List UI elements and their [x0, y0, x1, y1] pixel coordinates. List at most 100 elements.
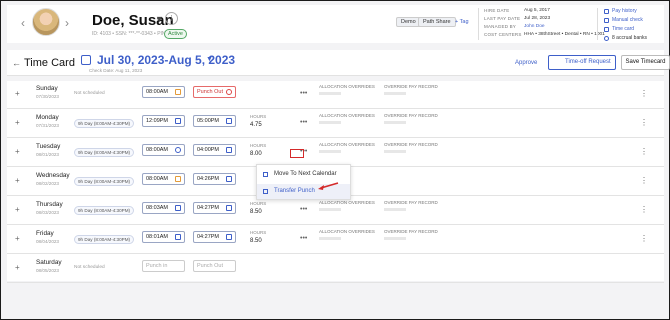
kebab-menu-icon[interactable]: ⋮: [640, 234, 648, 243]
allocation-value[interactable]: [319, 121, 341, 124]
punch-in-field[interactable]: 08:00AM: [142, 144, 185, 156]
punch-out-field[interactable]: Punch Out: [193, 86, 236, 98]
laptop-icon: [226, 205, 232, 211]
add-icon[interactable]: +: [15, 118, 20, 127]
punch-out-field[interactable]: 04:27PM: [193, 202, 236, 214]
punch-out-field[interactable]: 04:27PM: [193, 231, 236, 243]
card-icon: [175, 205, 181, 211]
back-arrow-icon[interactable]: ←: [12, 58, 21, 68]
prev-employee-icon[interactable]: ‹: [21, 16, 25, 30]
allocation-label: ALLOCATION OVERRIDES: [319, 200, 375, 205]
punch-in-field[interactable]: 08:03AM: [142, 202, 185, 214]
kebab-menu-icon[interactable]: ⋮: [640, 176, 648, 185]
punch-out-field[interactable]: 04:00PM: [193, 144, 236, 156]
add-tag-button[interactable]: + Tag: [455, 19, 469, 25]
scan-icon: [226, 234, 232, 240]
allocation-label: ALLOCATION OVERRIDES: [319, 229, 375, 234]
override-pay-value[interactable]: [384, 237, 406, 240]
punch-in-field[interactable]: 08:01AM: [142, 231, 185, 243]
more-icon[interactable]: •••: [300, 235, 307, 242]
time-off-request-button[interactable]: Time-off Request: [548, 55, 616, 70]
menu-item-label: Move To Next Calendar: [274, 171, 337, 177]
allocation-value[interactable]: [319, 92, 341, 95]
override-pay-value[interactable]: [384, 121, 406, 124]
punch-in-field[interactable]: 12:09PM: [142, 115, 185, 127]
phone-icon: [226, 118, 232, 124]
approve-button[interactable]: Approve: [515, 60, 537, 66]
pay-history-icon: [604, 9, 609, 14]
table-row: + Friday 08/04/2023 9h Day (8:00AM-4:30P…: [7, 226, 664, 254]
managed-by-link[interactable]: John Doe: [524, 24, 545, 29]
calendar-icon: [263, 172, 268, 177]
add-icon[interactable]: +: [15, 176, 20, 185]
tag-path-share[interactable]: Path Share: [418, 17, 456, 27]
more-icon[interactable]: •••: [300, 90, 307, 97]
chevron-down-icon[interactable]: ▼: [206, 56, 213, 63]
hire-date-value: Aug 5, 2017: [524, 8, 550, 13]
next-employee-icon[interactable]: ›: [65, 16, 69, 30]
menu-item-move-next-calendar[interactable]: Move To Next Calendar: [257, 167, 350, 182]
punch-in-field[interactable]: 08:00AM: [142, 173, 185, 185]
tag-demo[interactable]: Demo: [396, 17, 421, 27]
add-icon[interactable]: +: [15, 205, 20, 214]
add-icon[interactable]: +: [15, 89, 20, 98]
schedule-badge: 9h Day (8:00AM-4:30PM): [74, 206, 135, 215]
annotation-arrow-icon: [318, 182, 339, 190]
day-name: Friday: [36, 230, 54, 237]
punch-out-value: Punch Out: [197, 89, 223, 95]
chevron-down-icon[interactable]: ▼: [155, 14, 164, 24]
cost-centers-value: HHA • 38thStreet • Dental • RN • 1001: [524, 32, 605, 37]
phone-call-icon: [175, 234, 181, 240]
pay-history-link[interactable]: Pay history: [612, 8, 637, 14]
schedule-badge: 9h Day (8:00AM-4:30PM): [74, 177, 135, 186]
kebab-menu-icon[interactable]: ⋮: [640, 147, 648, 156]
day-name: Sunday: [36, 85, 58, 92]
punch-in-field[interactable]: Punch in: [142, 260, 185, 272]
override-pay-value[interactable]: [384, 92, 406, 95]
calendar-icon[interactable]: [81, 55, 91, 65]
punch-in-value: 08:03AM: [146, 205, 169, 211]
more-icon[interactable]: •••: [300, 119, 307, 126]
override-pay-value[interactable]: [384, 150, 406, 153]
day-date: 08/05/2023: [36, 268, 59, 273]
punch-out-field[interactable]: 05:00PM: [193, 115, 236, 127]
info-icon[interactable]: i: [165, 12, 178, 25]
punch-in-value: 08:00AM: [146, 176, 169, 182]
add-icon[interactable]: +: [15, 147, 20, 156]
override-pay-label: OVERRIDE PAY RECORD: [384, 113, 438, 118]
status-badge: Active: [164, 29, 187, 39]
override-pay-value[interactable]: [384, 208, 406, 211]
schedule-badge: 9h Day (8:00AM-4:30PM): [74, 119, 135, 128]
schedule: Not scheduled: [74, 265, 105, 270]
punch-out-value: 04:27PM: [197, 234, 220, 240]
transfer-icon: [263, 189, 268, 194]
day-name: Monday: [36, 114, 59, 121]
save-timecard-button[interactable]: Save Timecard: [621, 55, 670, 70]
kebab-menu-icon[interactable]: ⋮: [640, 89, 648, 98]
location-icon: [175, 147, 181, 153]
add-icon[interactable]: +: [15, 234, 20, 243]
punch-out-value: 04:27PM: [197, 205, 220, 211]
allocation-value[interactable]: [319, 208, 341, 211]
punch-in-value: 08:01AM: [146, 234, 169, 240]
punch-in-field[interactable]: 08:00AM: [142, 86, 185, 98]
more-icon[interactable]: •••: [300, 206, 307, 213]
allocation-value[interactable]: [319, 150, 341, 153]
last-pay-value: Jul 28, 2023: [524, 16, 551, 21]
clock-icon: [175, 89, 181, 95]
punch-out-field[interactable]: Punch Out: [193, 260, 236, 272]
add-icon[interactable]: +: [15, 263, 20, 272]
kebab-menu-icon[interactable]: ⋮: [640, 118, 648, 127]
allocation-value[interactable]: [319, 237, 341, 240]
manual-check-link[interactable]: Manual check: [612, 17, 643, 23]
menu-item-label: Transfer Punch: [274, 188, 315, 194]
accrual-banks[interactable]: 8 accrual banks: [612, 35, 647, 41]
date-range[interactable]: Jul 30, 2023-Aug 5, 2023: [97, 53, 235, 67]
hours-value: 8.50: [250, 238, 262, 244]
kebab-menu-icon[interactable]: ⋮: [640, 205, 648, 214]
table-row: + Thursday 08/03/2023 9h Day (8:00AM-4:3…: [7, 197, 664, 225]
punch-out-field[interactable]: 04:26PM: [193, 173, 236, 185]
schedule: Not scheduled: [74, 91, 105, 96]
punch-in-value: 12:09PM: [146, 118, 169, 124]
time-card-link[interactable]: Time card: [612, 26, 634, 32]
